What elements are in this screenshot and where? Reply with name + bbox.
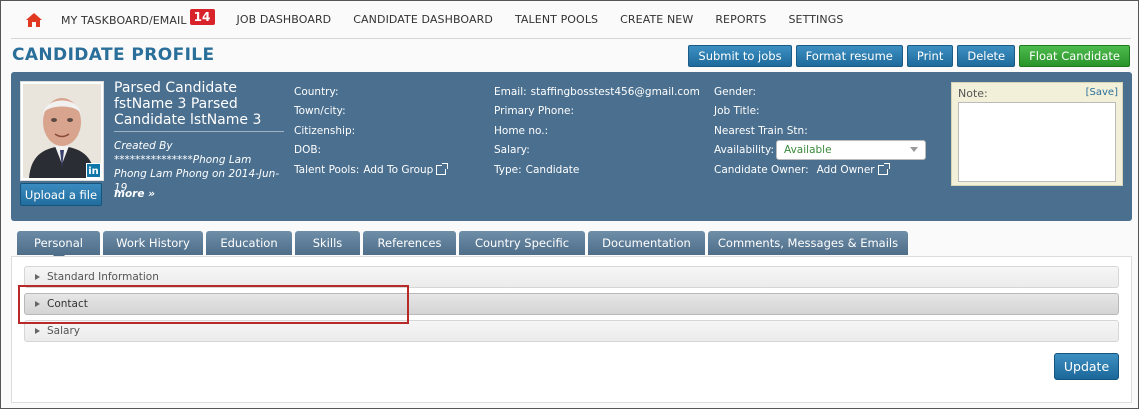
candidate-name: Parsed Candidate fstName 3 Parsed Candid… — [114, 80, 284, 132]
print-button[interactable]: Print — [906, 45, 954, 67]
town-label: Town/city: — [294, 105, 346, 118]
app-frame: MY TASKBOARD/EMAIL 14 JOB DASHBOARD CANDI… — [0, 0, 1139, 409]
note-textarea[interactable] — [958, 102, 1116, 182]
details-column-3: Gender: Job Title: Nearest Train Stn: Av… — [714, 82, 927, 180]
nav-reports[interactable]: REPORTS — [715, 13, 766, 26]
tab-skills[interactable]: Skills — [295, 231, 360, 255]
email-row: Email: staffingbosstest456@gmail.com — [494, 82, 700, 102]
nav-job-dashboard[interactable]: JOB DASHBOARD — [237, 13, 332, 26]
salary-label: Salary: — [494, 144, 530, 157]
dob-label: DOB: — [294, 144, 322, 157]
home-icon[interactable] — [21, 7, 47, 33]
top-navigation: MY TASKBOARD/EMAIL 14 JOB DASHBOARD CANDI… — [11, 1, 1131, 39]
caret-right-icon — [35, 328, 40, 334]
type-label: Type: — [494, 163, 522, 176]
nav-candidate-dashboard[interactable]: CANDIDATE DASHBOARD — [353, 13, 493, 26]
email-label: Email: — [494, 85, 527, 98]
tab-education[interactable]: Education — [206, 231, 292, 255]
primary-phone-label: Primary Phone: — [494, 105, 574, 118]
gender-label: Gender: — [714, 85, 757, 98]
citizenship-label: Citizenship: — [294, 124, 356, 137]
add-to-group-link[interactable]: Add To Group — [363, 162, 449, 176]
notification-badge: 14 — [189, 8, 215, 25]
type-value: Candidate — [525, 163, 580, 176]
profile-panel: in Upload a file Parsed Candidate fstNam… — [11, 72, 1132, 221]
job-title-label: Job Title: — [714, 105, 760, 118]
chevron-down-icon — [910, 147, 919, 153]
availability-value: Available — [784, 144, 832, 157]
nav-create-new[interactable]: CREATE NEW — [620, 13, 693, 26]
submit-to-jobs-button[interactable]: Submit to jobs — [688, 45, 792, 67]
linkedin-icon[interactable]: in — [86, 163, 101, 178]
home-no-label: Home no.: — [494, 124, 549, 137]
format-resume-button[interactable]: Format resume — [795, 45, 903, 67]
tab-personal[interactable]: Personal — [17, 231, 100, 261]
external-link-icon — [877, 162, 890, 175]
nav-my-taskboard[interactable]: MY TASKBOARD/EMAIL 14 — [61, 8, 215, 28]
section-label: Contact — [47, 298, 88, 310]
availability-label: Availability: — [714, 144, 775, 157]
delete-button[interactable]: Delete — [957, 45, 1016, 67]
nav-talent-pools[interactable]: TALENT POOLS — [515, 13, 598, 26]
talent-pools-row: Talent Pools: Add To Group — [294, 160, 449, 180]
created-by-text: Created By ***************Phong Lam Phon… — [114, 140, 280, 194]
nearest-train-label: Nearest Train Stn: — [714, 124, 808, 137]
add-owner-link[interactable]: Add Owner — [816, 162, 890, 176]
note-label: Note: — [958, 87, 988, 100]
nav-settings[interactable]: SETTINGS — [788, 13, 843, 26]
availability-row: Availability: Available — [714, 140, 927, 161]
profile-tabs: Personal Work History Education Skills R… — [17, 231, 908, 261]
section-contact[interactable]: Contact — [24, 293, 1119, 315]
update-button[interactable]: Update — [1054, 353, 1119, 380]
email-value: staffingbosstest456@gmail.com — [530, 85, 700, 98]
personal-tab-content: Standard Information Contact Salary Upda… — [11, 256, 1132, 403]
tab-work-history[interactable]: Work History — [103, 231, 203, 255]
section-salary[interactable]: Salary — [24, 320, 1119, 342]
country-label: Country: — [294, 85, 339, 98]
section-label: Salary — [47, 325, 80, 337]
candidate-owner-row: Candidate Owner: Add Owner — [714, 160, 926, 180]
tab-comments-messages-emails[interactable]: Comments, Messages & Emails — [708, 231, 908, 255]
page-title: CANDIDATE PROFILE — [12, 45, 215, 65]
caret-right-icon — [35, 301, 40, 307]
add-owner-label: Add Owner — [816, 163, 875, 176]
tab-documentation[interactable]: Documentation — [588, 231, 705, 255]
talent-pools-label: Talent Pools: — [294, 163, 360, 176]
section-standard-information[interactable]: Standard Information — [24, 266, 1119, 288]
float-candidate-button[interactable]: Float Candidate — [1019, 45, 1130, 67]
add-to-group-label: Add To Group — [363, 163, 434, 176]
avatar: in — [20, 81, 104, 181]
details-column-1: Country: Town/city: Citizenship: DOB: Ta… — [294, 82, 449, 180]
upload-file-button[interactable]: Upload a file — [20, 183, 102, 206]
type-row: Type: Candidate — [494, 160, 700, 180]
action-toolbar: Submit to jobs Format resume Print Delet… — [688, 45, 1130, 67]
caret-right-icon — [35, 274, 40, 280]
candidate-owner-label: Candidate Owner: — [714, 163, 809, 176]
tab-country-specific[interactable]: Country Specific — [459, 231, 585, 255]
more-link[interactable]: more » — [114, 188, 155, 200]
section-label: Standard Information — [47, 271, 159, 283]
details-column-2: Email: staffingbosstest456@gmail.com Pri… — [494, 82, 700, 180]
external-link-icon — [436, 162, 449, 175]
nav-label: MY TASKBOARD/EMAIL — [61, 13, 187, 27]
availability-select[interactable]: Available — [776, 140, 927, 161]
tab-references[interactable]: References — [363, 231, 456, 255]
note-panel: Note: [Save] — [951, 82, 1123, 186]
note-save-link[interactable]: [Save] — [1086, 87, 1118, 98]
